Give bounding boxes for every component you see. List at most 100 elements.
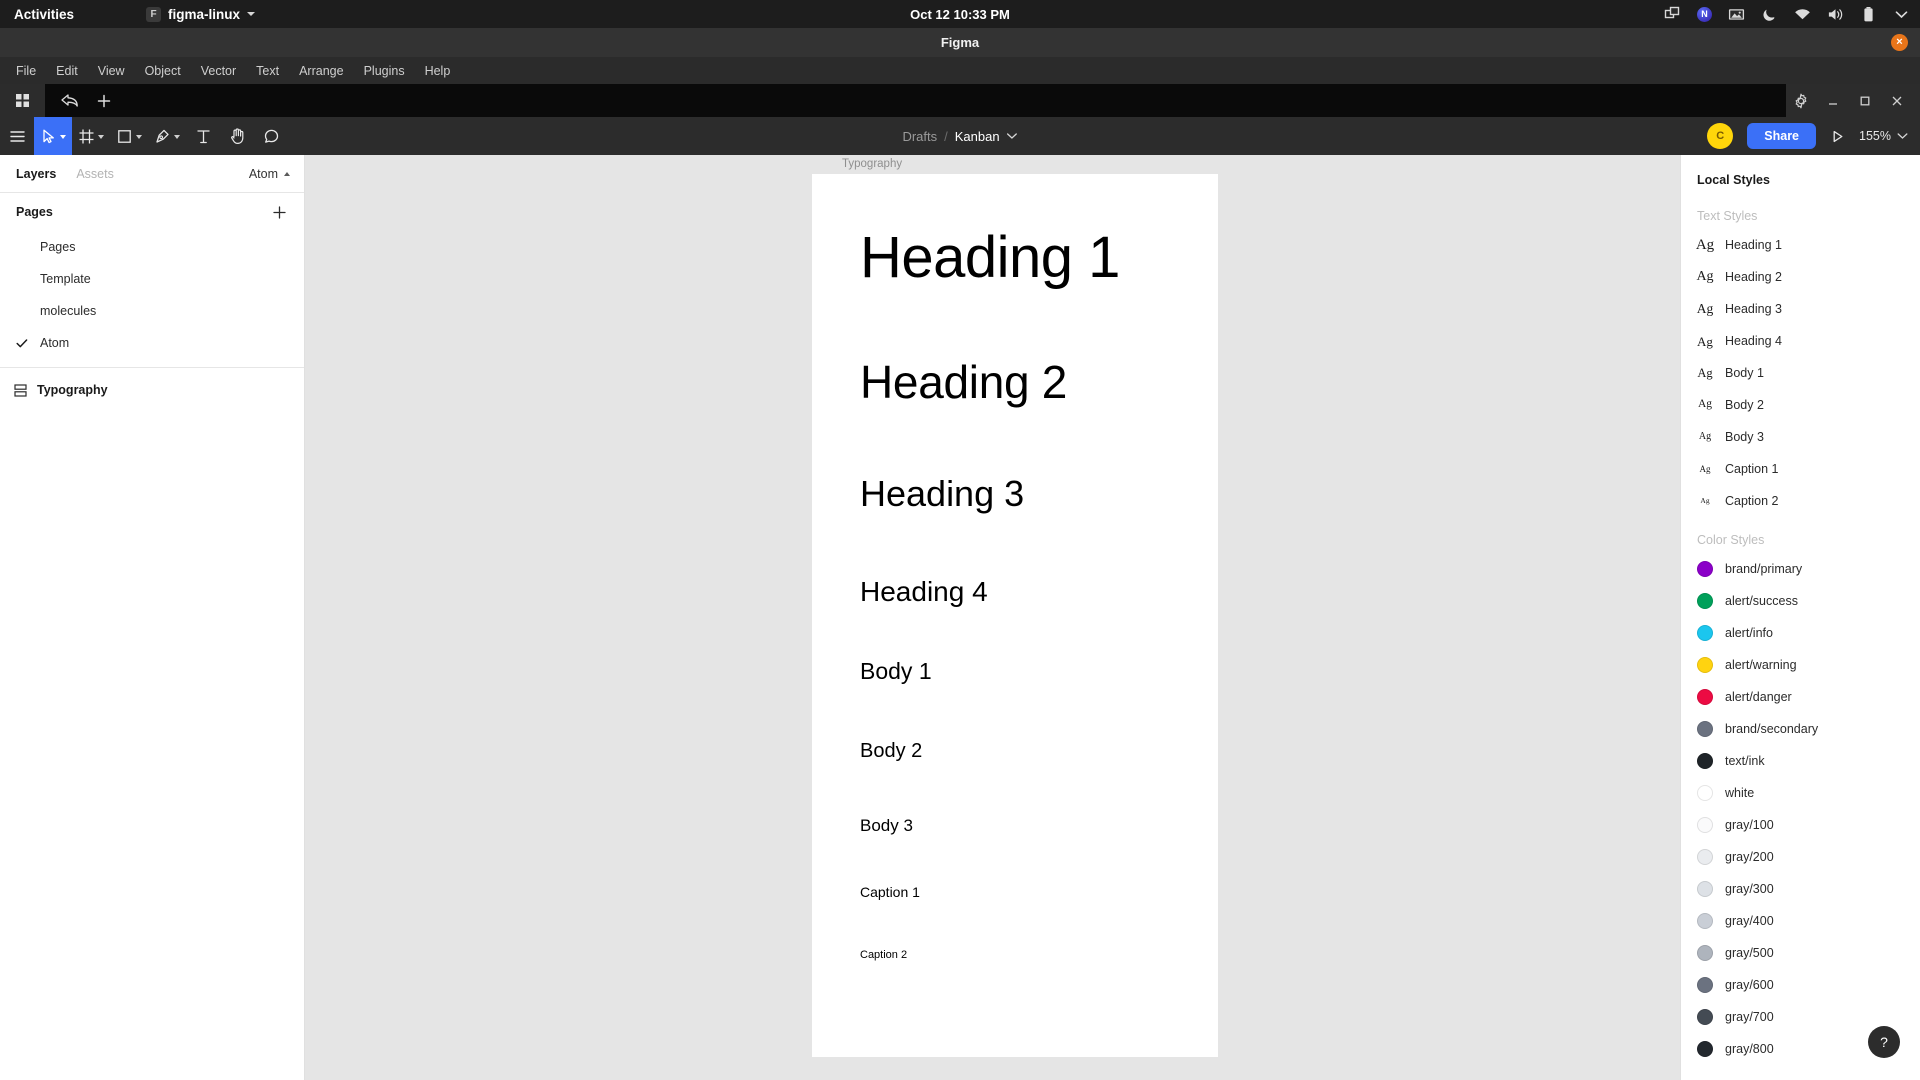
text-style-body-1[interactable]: Ag Body 1 bbox=[1681, 357, 1920, 389]
specimen-body-3[interactable]: Body 3 bbox=[860, 816, 913, 836]
tab-layers[interactable]: Layers bbox=[16, 167, 56, 181]
color-style-gray-300[interactable]: gray/300 bbox=[1681, 873, 1920, 905]
layer-label: Typography bbox=[37, 383, 108, 397]
color-style-alert-success[interactable]: alert/success bbox=[1681, 585, 1920, 617]
volume-icon[interactable] bbox=[1827, 6, 1844, 23]
color-style-gray-600[interactable]: gray/600 bbox=[1681, 969, 1920, 1001]
page-label: Atom bbox=[40, 336, 70, 350]
color-style-white[interactable]: white bbox=[1681, 777, 1920, 809]
ag-icon: Ag bbox=[1697, 333, 1713, 349]
menu-item-object[interactable]: Object bbox=[135, 60, 191, 82]
text-style-heading-3[interactable]: Ag Heading 3 bbox=[1681, 293, 1920, 325]
color-style-gray-200[interactable]: gray/200 bbox=[1681, 841, 1920, 873]
color-swatch bbox=[1697, 881, 1713, 897]
page-item-atom[interactable]: Atom bbox=[0, 327, 304, 359]
specimen-heading-1[interactable]: Heading 1 bbox=[860, 224, 1120, 291]
specimen-heading-4[interactable]: Heading 4 bbox=[860, 576, 988, 608]
frame-label[interactable]: Typography bbox=[842, 158, 902, 170]
hand-tool[interactable] bbox=[220, 117, 254, 155]
frame-tool[interactable] bbox=[72, 117, 110, 155]
zoom-control[interactable]: 155% bbox=[1859, 129, 1908, 143]
text-style-body-3[interactable]: Ag Body 3 bbox=[1681, 421, 1920, 453]
color-style-brand-primary[interactable]: brand/primary bbox=[1681, 553, 1920, 585]
color-style-alert-info[interactable]: alert/info bbox=[1681, 617, 1920, 649]
color-style-brand-secondary[interactable]: brand/secondary bbox=[1681, 713, 1920, 745]
text-style-label: Heading 1 bbox=[1725, 238, 1782, 252]
text-tool[interactable] bbox=[186, 117, 220, 155]
menu-item-edit[interactable]: Edit bbox=[46, 60, 88, 82]
specimen-heading-2[interactable]: Heading 2 bbox=[860, 355, 1067, 409]
shape-tool[interactable] bbox=[110, 117, 148, 155]
clock[interactable]: Oct 12 10:33 PM bbox=[910, 7, 1010, 22]
pen-tool-caret-icon[interactable] bbox=[174, 135, 180, 139]
menu-item-view[interactable]: View bbox=[88, 60, 135, 82]
menu-item-file[interactable]: File bbox=[6, 60, 46, 82]
layer-item-typography[interactable]: Typography bbox=[0, 374, 304, 406]
menu-item-vector[interactable]: Vector bbox=[191, 60, 246, 82]
add-page-button[interactable] bbox=[268, 201, 290, 223]
menu-item-plugins[interactable]: Plugins bbox=[354, 60, 415, 82]
zoom-chevron-down-icon[interactable] bbox=[1897, 132, 1908, 140]
system-tray[interactable]: N bbox=[1664, 6, 1910, 23]
wifi-icon[interactable] bbox=[1794, 6, 1811, 23]
frame-tool-caret-icon[interactable] bbox=[98, 135, 104, 139]
share-button[interactable]: Share bbox=[1747, 123, 1817, 149]
menu-tool[interactable] bbox=[0, 117, 34, 155]
color-style-alert-danger[interactable]: alert/danger bbox=[1681, 681, 1920, 713]
pages-section-header[interactable]: Pages bbox=[0, 193, 304, 231]
page-item-template[interactable]: Template bbox=[0, 263, 304, 295]
breadcrumb-project[interactable]: Drafts bbox=[902, 129, 937, 144]
battery-icon[interactable] bbox=[1860, 6, 1877, 23]
window-maximize-button[interactable] bbox=[1850, 84, 1880, 117]
activities-button[interactable]: Activities bbox=[0, 7, 88, 22]
specimen-body-2[interactable]: Body 2 bbox=[860, 740, 922, 763]
move-tool[interactable] bbox=[34, 117, 72, 155]
canvas[interactable]: Typography Heading 1 Heading 2 Heading 3… bbox=[305, 155, 1680, 1080]
text-style-heading-2[interactable]: Ag Heading 2 bbox=[1681, 261, 1920, 293]
color-style-text-ink[interactable]: text/ink bbox=[1681, 745, 1920, 777]
system-menu-chevron-icon[interactable] bbox=[1893, 6, 1910, 23]
page-item-pages[interactable]: Pages bbox=[0, 231, 304, 263]
typography-frame[interactable]: Heading 1 Heading 2 Heading 3 Heading 4 … bbox=[812, 174, 1218, 1057]
comment-tool[interactable] bbox=[254, 117, 288, 155]
text-style-caption-2[interactable]: Ag Caption 2 bbox=[1681, 485, 1920, 517]
move-tool-caret-icon[interactable] bbox=[60, 135, 66, 139]
text-style-caption-1[interactable]: Ag Caption 1 bbox=[1681, 453, 1920, 485]
specimen-body-1[interactable]: Body 1 bbox=[860, 658, 932, 685]
window-close-button-app[interactable] bbox=[1882, 84, 1912, 117]
color-style-alert-warning[interactable]: alert/warning bbox=[1681, 649, 1920, 681]
breadcrumb-file[interactable]: Kanban bbox=[955, 129, 1000, 144]
color-style-gray-500[interactable]: gray/500 bbox=[1681, 937, 1920, 969]
window-close-button[interactable]: × bbox=[1891, 34, 1908, 51]
page-item-molecules[interactable]: molecules bbox=[0, 295, 304, 327]
app-n-icon[interactable]: N bbox=[1697, 6, 1712, 22]
help-button[interactable]: ? bbox=[1868, 1026, 1900, 1058]
text-style-heading-4[interactable]: Ag Heading 4 bbox=[1681, 325, 1920, 357]
text-style-heading-1[interactable]: Ag Heading 1 bbox=[1681, 229, 1920, 261]
screen-share-icon[interactable] bbox=[1664, 6, 1681, 23]
color-style-gray-100[interactable]: gray/100 bbox=[1681, 809, 1920, 841]
color-style-gray-400[interactable]: gray/400 bbox=[1681, 905, 1920, 937]
text-style-body-2[interactable]: Ag Body 2 bbox=[1681, 389, 1920, 421]
avatar[interactable]: C bbox=[1707, 123, 1734, 149]
app-indicator[interactable]: F figma-linux bbox=[146, 6, 256, 22]
pen-tool[interactable] bbox=[148, 117, 186, 155]
library-selector[interactable]: Atom bbox=[249, 167, 290, 181]
grid-icon[interactable] bbox=[0, 84, 45, 117]
back-arrow-icon[interactable] bbox=[55, 88, 85, 113]
breadcrumb-chevron-down-icon[interactable] bbox=[1007, 132, 1018, 140]
image-icon[interactable] bbox=[1728, 6, 1745, 23]
specimen-caption-1[interactable]: Caption 1 bbox=[860, 884, 920, 900]
shape-tool-caret-icon[interactable] bbox=[136, 135, 142, 139]
new-tab-button[interactable] bbox=[89, 88, 119, 113]
gear-icon[interactable] bbox=[1786, 84, 1816, 117]
specimen-caption-2[interactable]: Caption 2 bbox=[860, 949, 907, 961]
menu-item-text[interactable]: Text bbox=[246, 60, 289, 82]
specimen-heading-3[interactable]: Heading 3 bbox=[860, 473, 1024, 515]
menu-item-help[interactable]: Help bbox=[415, 60, 461, 82]
night-light-icon[interactable] bbox=[1761, 6, 1778, 23]
window-minimize-button[interactable] bbox=[1818, 84, 1848, 117]
menu-item-arrange[interactable]: Arrange bbox=[289, 60, 353, 82]
play-triangle-icon[interactable] bbox=[1830, 129, 1845, 144]
tab-assets[interactable]: Assets bbox=[76, 167, 114, 181]
